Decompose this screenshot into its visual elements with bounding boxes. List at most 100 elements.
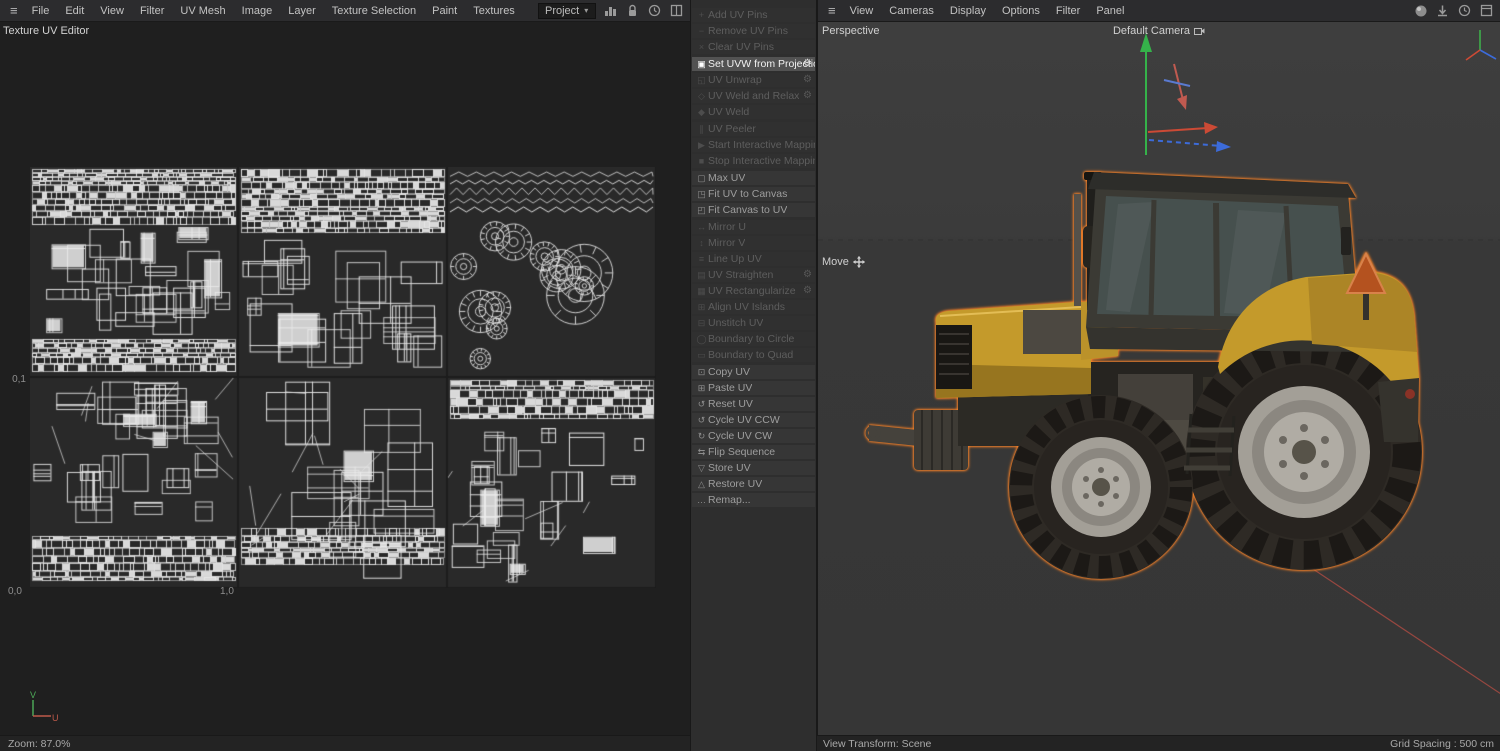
- project-selector[interactable]: Project ▾: [538, 2, 596, 19]
- boundary-to-quad-icon: ▭: [697, 349, 706, 360]
- uv-map-canvas[interactable]: [30, 167, 656, 588]
- menu-display[interactable]: Display: [942, 5, 994, 17]
- cmd-label: Fit UV to Canvas: [708, 188, 788, 200]
- cmd-flip-sequence[interactable]: ⇆ Flip Sequence: [692, 445, 815, 459]
- cmd-paste-uv[interactable]: ⊞ Paste UV: [692, 381, 815, 395]
- uv-command-groups: + Add UV Pins − Remove UV Pins × Clear UV Pin…: [691, 8, 816, 507]
- x-axis-handle: [1204, 122, 1218, 134]
- menu-edit[interactable]: Edit: [57, 5, 92, 17]
- gear-icon[interactable]: ⚙: [803, 89, 812, 103]
- hamburger-menu-icon[interactable]: ≡: [4, 3, 24, 18]
- hamburger-menu-icon[interactable]: ≡: [822, 3, 842, 18]
- menu-textures[interactable]: Textures: [465, 5, 523, 17]
- max-uv-icon: ▢: [697, 172, 706, 183]
- zoom-status: Zoom: 87.0%: [8, 737, 71, 750]
- cmd-label: Copy UV: [708, 366, 751, 378]
- uv-straighten-icon: ▤: [697, 269, 706, 280]
- cmd-boundary-to-circle: ◯ Boundary to Circle: [692, 332, 815, 346]
- cmd-copy-uv[interactable]: ⊡ Copy UV: [692, 365, 815, 379]
- uv-editor-title: Texture UV Editor: [3, 25, 90, 37]
- cmd-unstitch-uv: ⊟ Unstitch UV: [692, 316, 815, 330]
- render-sphere-icon[interactable]: [1413, 3, 1428, 18]
- checkbox-checked-icon: ▣: [697, 58, 706, 69]
- cmd-restore-uv[interactable]: △ Restore UV: [692, 477, 815, 491]
- cmd-cycle-uv-cw[interactable]: ↻ Cycle UV CW: [692, 429, 815, 443]
- flip-sequence-icon: ⇆: [697, 446, 706, 457]
- cmd-fit-canvas-to-uv[interactable]: ◰ Fit Canvas to UV: [692, 203, 815, 217]
- cmd-mirror-v: ↕ Mirror V: [692, 236, 815, 250]
- move-gizmo[interactable]: [1140, 33, 1231, 155]
- menu-cameras[interactable]: Cameras: [881, 5, 942, 17]
- cmd-set-uvw-from-projection[interactable]: ▣ Set UVW from Projection ⚙: [692, 57, 815, 71]
- menu-filter[interactable]: Filter: [1048, 5, 1088, 17]
- cmd-label: Fit Canvas to UV: [708, 204, 788, 216]
- cmd-label: Cycle UV CW: [708, 430, 773, 442]
- cmd-label: Paste UV: [708, 382, 753, 394]
- chevron-down-icon: ▾: [584, 6, 589, 15]
- cmd-remap[interactable]: … Remap...: [692, 493, 815, 507]
- menu-paint[interactable]: Paint: [424, 5, 465, 17]
- viewport-menubar: ≡ View Cameras Display Options Filter Panel: [817, 0, 1500, 22]
- menu-panel[interactable]: Panel: [1088, 5, 1132, 17]
- v-axis-label: V: [30, 690, 36, 700]
- lock-icon[interactable]: [625, 3, 640, 18]
- active-camera-label[interactable]: Default Camera: [1113, 25, 1205, 37]
- cmd-reset-uv[interactable]: ↺ Reset UV: [692, 397, 815, 411]
- cmd-label: Add UV Pins: [708, 9, 768, 21]
- add-pin-icon: +: [698, 10, 705, 20]
- cmd-label: Max UV: [708, 172, 746, 184]
- menu-texture-selection[interactable]: Texture Selection: [324, 5, 424, 17]
- u-axis-label: U: [52, 713, 59, 722]
- clock-icon[interactable]: [1457, 3, 1472, 18]
- z-axis-handle: [1216, 141, 1231, 152]
- uv-rectangularize-icon: ▦: [697, 285, 706, 296]
- fit-uv-to-canvas-icon: ◳: [697, 188, 706, 199]
- store-uv-icon: ▽: [698, 462, 705, 473]
- viewport-scene: [818, 30, 1500, 695]
- menu-view[interactable]: View: [842, 5, 882, 17]
- taillight: [1405, 389, 1415, 399]
- cmd-add-uv-pins: + Add UV Pins: [692, 8, 815, 22]
- menu-view[interactable]: View: [92, 5, 132, 17]
- menu-options[interactable]: Options: [994, 5, 1048, 17]
- cmd-label: Clear UV Pins: [708, 41, 774, 53]
- mirror-v-icon: ↕: [699, 238, 704, 248]
- gear-icon[interactable]: ⚙: [803, 268, 812, 282]
- cmd-label: UV Straighten: [708, 269, 774, 281]
- cmd-uv-rectangularize: ▦ UV Rectangularize ⚙: [692, 284, 815, 298]
- uv-peeler-icon: ∥: [699, 123, 704, 134]
- layout-icon[interactable]: [669, 3, 684, 18]
- cmd-store-uv[interactable]: ▽ Store UV: [692, 461, 815, 475]
- menu-image[interactable]: Image: [234, 5, 281, 17]
- cmd-cycle-uv-ccw[interactable]: ↺ Cycle UV CCW: [692, 413, 815, 427]
- uv-axis-gizmo: V U: [30, 690, 59, 722]
- cmd-label: Set UVW from Projection: [708, 58, 815, 70]
- perspective-viewport[interactable]: Perspective Default Camera Move: [817, 22, 1500, 735]
- viewport-menus: View Cameras Display Options Filter Panel: [842, 5, 1133, 17]
- menu-file[interactable]: File: [24, 5, 58, 17]
- history-icon[interactable]: [647, 3, 662, 18]
- clear-pins-icon: ×: [698, 42, 705, 52]
- tractor-model[interactable]: [865, 172, 1422, 579]
- gear-icon[interactable]: ⚙: [803, 57, 812, 71]
- menu-filter[interactable]: Filter: [132, 5, 172, 17]
- cmd-max-uv[interactable]: ▢ Max UV: [692, 171, 815, 185]
- stop-interactive-mapping-icon: ■: [698, 156, 705, 166]
- gear-icon[interactable]: ⚙: [803, 73, 812, 87]
- cmd-fit-uv-to-canvas[interactable]: ◳ Fit UV to Canvas: [692, 187, 815, 201]
- histogram-icon[interactable]: [603, 3, 618, 18]
- menu-layer[interactable]: Layer: [280, 5, 324, 17]
- cmd-line-up-uv: ≡ Line Up UV: [692, 252, 815, 266]
- download-arrow-icon[interactable]: [1435, 3, 1450, 18]
- cycle-uv-ccw-icon: ↺: [697, 414, 706, 425]
- viewport-bar-right-controls: [1413, 3, 1496, 18]
- view-transform-status: View Transform: Scene: [823, 737, 932, 750]
- gear-icon[interactable]: ⚙: [803, 284, 812, 298]
- front-wheel: [1009, 395, 1193, 579]
- view-mode-label[interactable]: Perspective: [822, 25, 879, 37]
- cmd-mirror-u: ↔ Mirror U: [692, 220, 815, 234]
- active-tool-label: Move: [822, 256, 865, 268]
- menu-uv-mesh[interactable]: UV Mesh: [172, 5, 233, 17]
- maximize-panel-icon[interactable]: [1479, 3, 1494, 18]
- cmd-label: UV Peeler: [708, 123, 756, 135]
